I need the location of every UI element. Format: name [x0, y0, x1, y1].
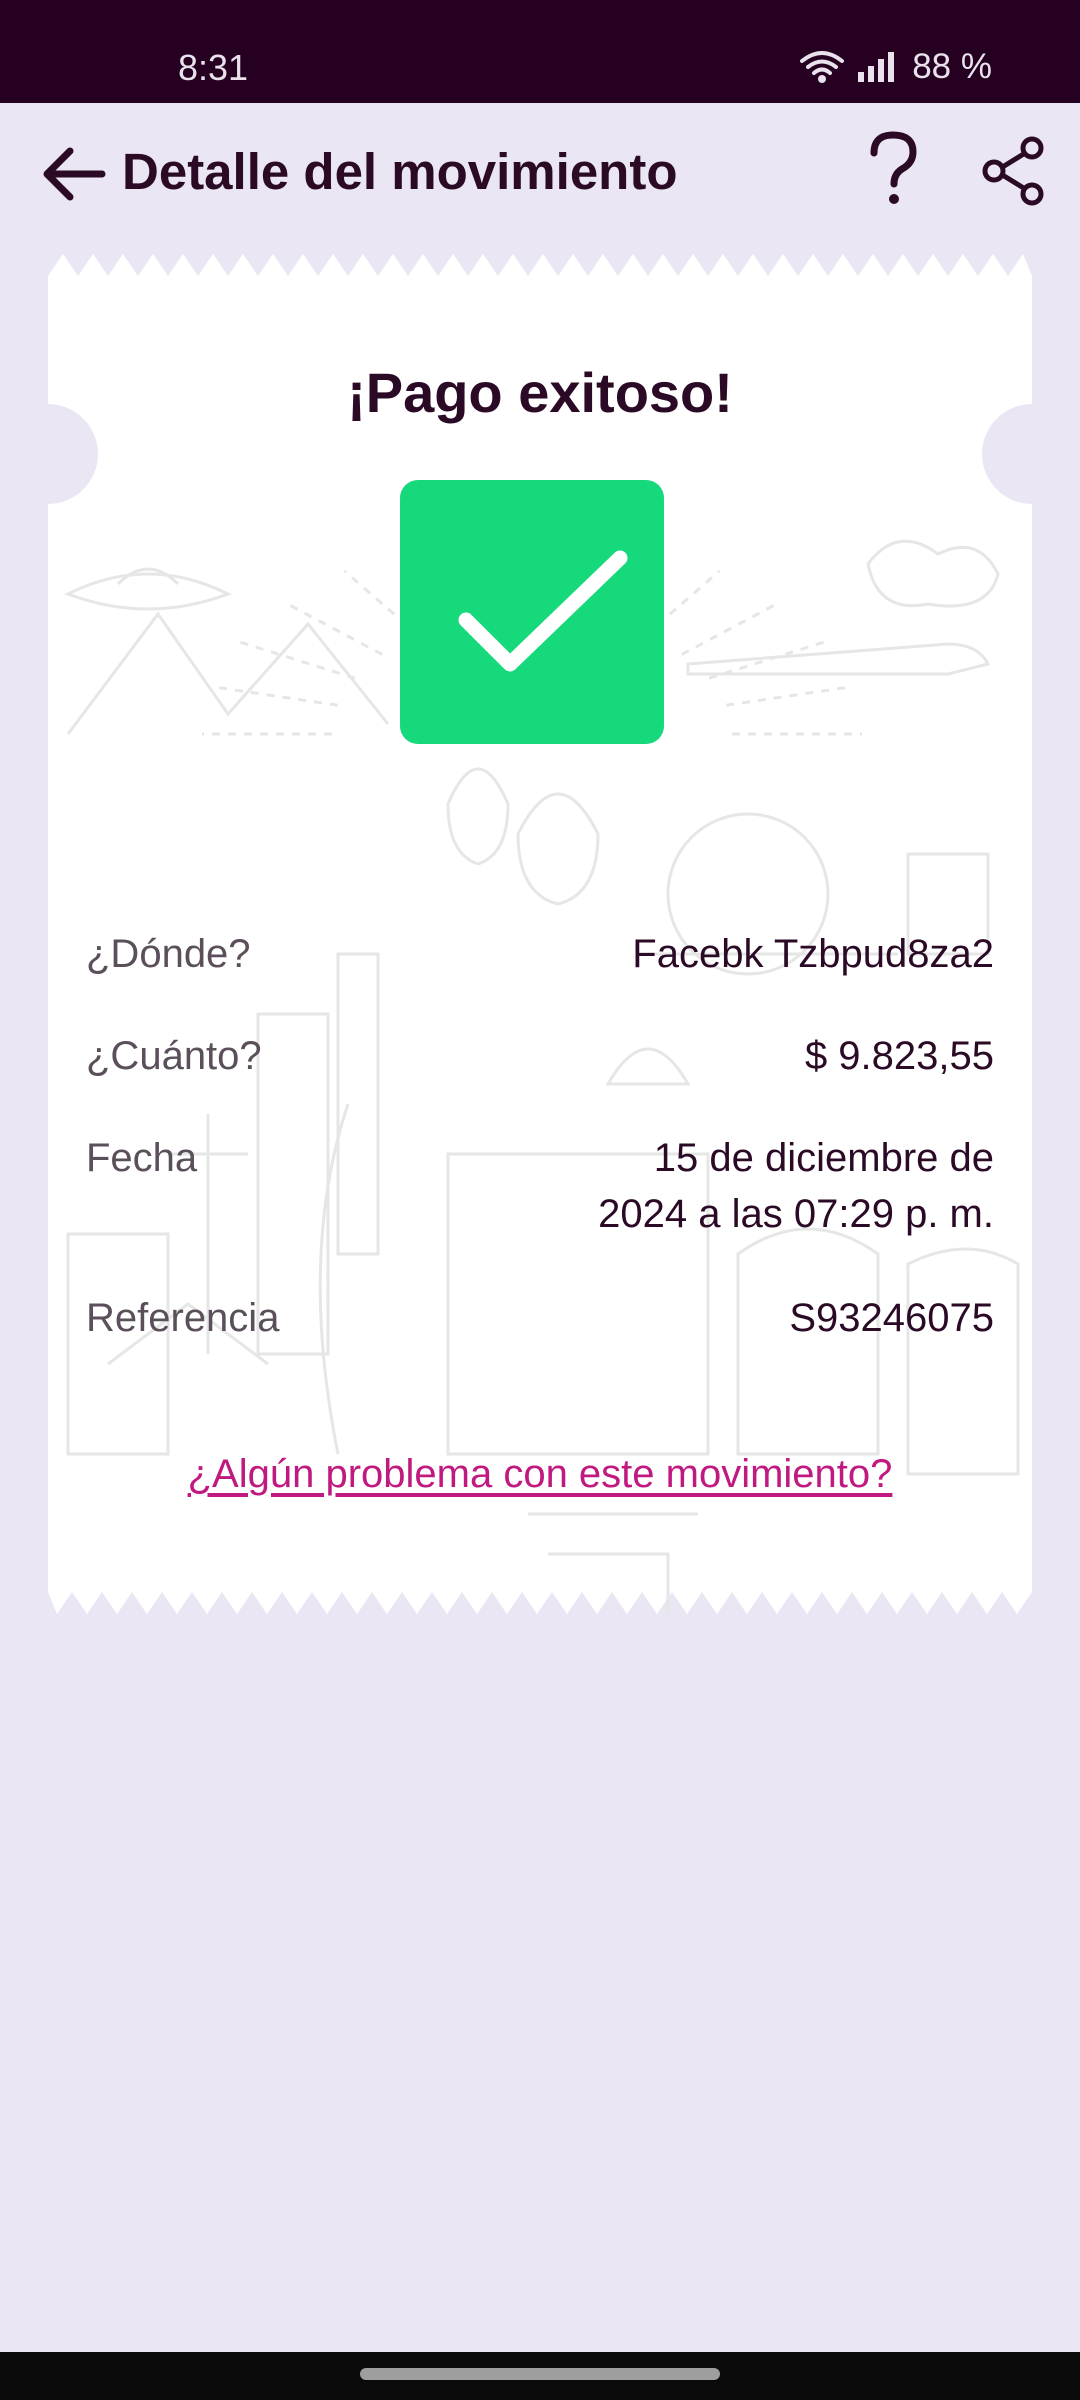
navigation-bar [0, 2352, 1080, 2400]
status-bar: 8:31 88 % [0, 0, 1080, 103]
date-value-line-2: 2024 a las 07:29 p. m. [598, 1192, 994, 1236]
detail-row-amount: ¿Cuánto? $ 9.823,55 [86, 1028, 994, 1084]
detail-row-date: Fecha 15 de diciembre de 2024 a las 07:2… [86, 1130, 994, 1242]
amount-label: ¿Cuánto? [86, 1034, 262, 1078]
report-problem-link[interactable]: ¿Algún problema con este movimiento? [48, 1452, 1032, 1497]
date-value: 15 de diciembre de 2024 a las 07:29 p. m… [534, 1130, 994, 1242]
page-title: Detalle del movimiento [122, 143, 678, 200]
where-value: Facebk Tzbpud8za2 [632, 932, 994, 976]
help-icon [870, 131, 917, 204]
detail-row-reference: Referencia S93246075 [86, 1290, 994, 1346]
home-gesture-handle[interactable] [360, 2368, 720, 2380]
check-icon [458, 550, 628, 672]
status-indicators: 88 % [800, 47, 992, 87]
share-button[interactable] [980, 136, 1046, 206]
reference-label: Referencia [86, 1296, 280, 1340]
where-label: ¿Dónde? [86, 932, 251, 976]
amount-value: $ 9.823,55 [804, 1034, 994, 1078]
success-title: ¡Pago exitoso! [347, 361, 733, 424]
wifi-icon [800, 50, 845, 84]
date-value-line-1: 15 de diciembre de [653, 1136, 994, 1180]
receipt-card: ¡Pago exitoso! ¿Dónde? Facebk Tzbpud8za2… [48, 254, 1032, 1614]
signal-icon [858, 52, 898, 82]
detail-row-where: ¿Dónde? Facebk Tzbpud8za2 [86, 926, 994, 982]
arrow-back-icon [43, 147, 106, 201]
share-icon [982, 136, 1044, 206]
status-time: 8:31 [178, 47, 249, 88]
battery-level: 88 % [912, 47, 992, 86]
help-button[interactable] [858, 129, 928, 209]
reference-value: S93246075 [789, 1296, 994, 1340]
back-button[interactable] [38, 139, 108, 209]
success-badge [400, 480, 664, 744]
app-bar: Detalle del movimiento [0, 103, 1080, 243]
date-label: Fecha [86, 1136, 198, 1180]
